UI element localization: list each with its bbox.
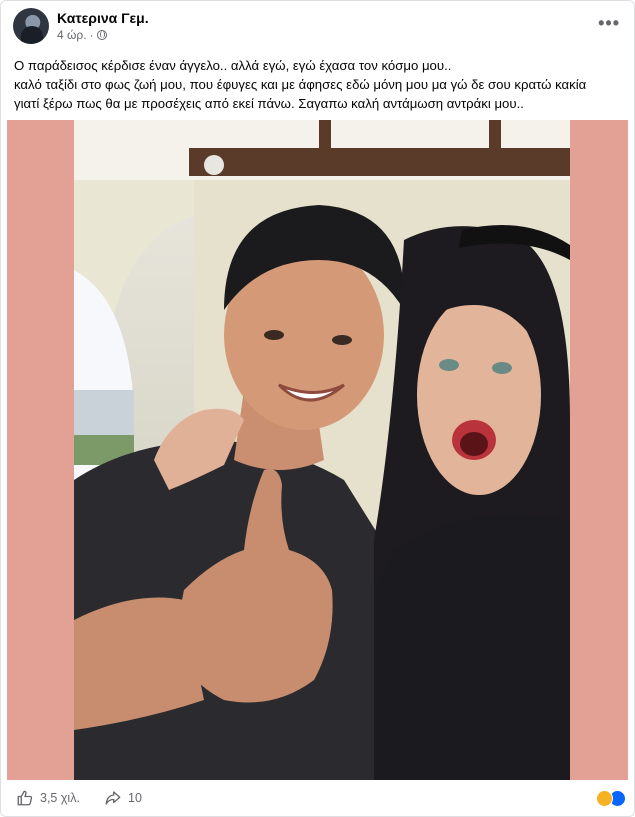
photo-illustration bbox=[74, 120, 570, 780]
facebook-post: Κατερινα Γεμ. 4 ώρ. · ••• Ο παράδεισος κ… bbox=[0, 0, 635, 817]
caption-line: καλό ταξίδι στο φως ζωή μου, που έφυγες … bbox=[14, 77, 587, 92]
post-footer: 3,5 χιλ. 10 bbox=[1, 781, 634, 816]
woman-mouth-inner bbox=[460, 432, 488, 456]
ceiling-lamp bbox=[204, 155, 224, 175]
share-arrow-icon bbox=[105, 791, 121, 805]
author-avatar[interactable] bbox=[13, 8, 49, 44]
post-caption: Ο παράδεισος κέρδισε έναν άγγελο.. αλλά … bbox=[14, 56, 622, 113]
caption-line: γιατί ξέρω πως θα με προσέχεις από εκεί … bbox=[14, 96, 524, 111]
post-photo[interactable] bbox=[74, 120, 570, 780]
post-meta: 4 ώρ. · bbox=[57, 28, 107, 42]
woman-top bbox=[374, 514, 570, 780]
woman-eye bbox=[439, 359, 459, 371]
more-options-icon[interactable]: ••• bbox=[598, 13, 620, 34]
globe-icon[interactable] bbox=[96, 30, 107, 40]
boy-eye bbox=[332, 335, 352, 345]
caption-line: Ο παράδεισος κέρδισε έναν άγγελο.. αλλά … bbox=[14, 58, 452, 73]
author-name[interactable]: Κατερινα Γεμ. bbox=[57, 10, 149, 26]
wooden-beam bbox=[189, 148, 570, 176]
wooden-beam bbox=[489, 120, 501, 150]
care-reaction-icon bbox=[596, 790, 613, 807]
meta-separator: · bbox=[89, 28, 94, 42]
woman-eye bbox=[492, 362, 512, 374]
post-header: Κατερινα Γεμ. 4 ώρ. · ••• bbox=[1, 1, 634, 51]
distant-buildings bbox=[74, 390, 134, 440]
thumbs-up-icon bbox=[17, 790, 33, 806]
reactions-summary[interactable] bbox=[596, 790, 626, 807]
share-button[interactable]: 10 bbox=[104, 789, 142, 807]
like-count: 3,5 χιλ. bbox=[40, 791, 80, 805]
like-button[interactable]: 3,5 χιλ. bbox=[16, 789, 80, 807]
post-time[interactable]: 4 ώρ. bbox=[57, 28, 87, 42]
wooden-beam bbox=[319, 120, 331, 150]
post-media[interactable] bbox=[7, 120, 628, 780]
share-count: 10 bbox=[128, 791, 142, 805]
boy-eye bbox=[264, 330, 284, 340]
